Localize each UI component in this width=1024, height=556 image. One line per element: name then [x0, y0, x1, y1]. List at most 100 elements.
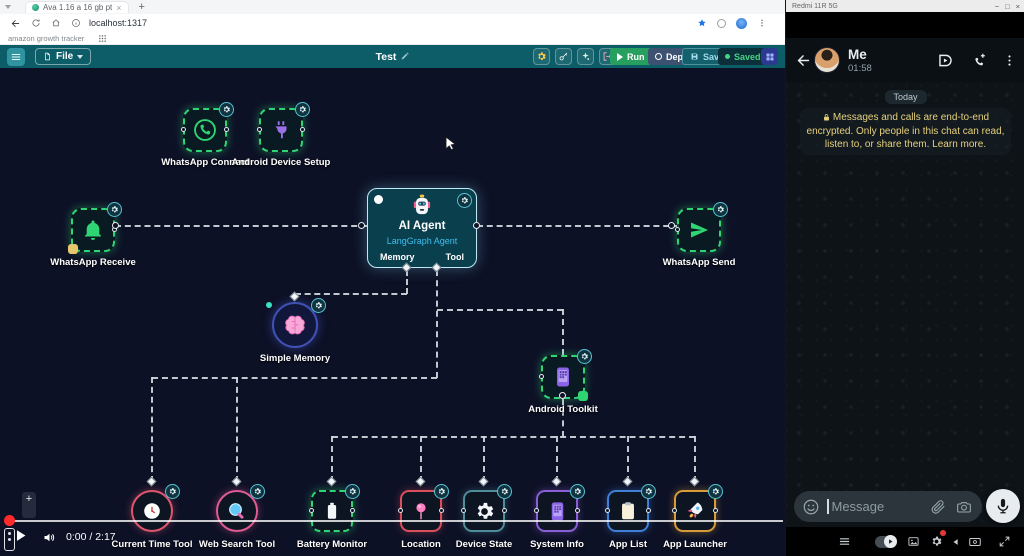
- voice-call-icon[interactable]: [969, 51, 988, 70]
- more-options-icon[interactable]: [1002, 53, 1017, 68]
- browser-navbar: localhost:1317: [0, 14, 785, 32]
- node-settings-icon[interactable]: [457, 193, 472, 208]
- node-simple-memory[interactable]: Simple Memory: [272, 302, 318, 348]
- node-battery-monitor[interactable]: Battery Monitor: [311, 490, 353, 532]
- new-tab-button[interactable]: +: [139, 1, 145, 13]
- workflow-canvas[interactable]: WhatsApp Connect Android Device Setup Wh…: [0, 68, 785, 556]
- card-icon[interactable]: [968, 535, 982, 549]
- chat-header-icons: [936, 51, 1017, 70]
- node-ai-agent[interactable]: AI Agent LangGraph Agent Memory Tool: [367, 188, 477, 268]
- tab-close-icon[interactable]: ×: [116, 4, 121, 12]
- run-button[interactable]: Run: [610, 48, 652, 65]
- phone-window-titlebar[interactable]: Redmi 11R 5G − □ ×: [786, 0, 1024, 12]
- connection-line: [115, 225, 367, 227]
- node-current-time-tool[interactable]: Current Time Tool: [131, 490, 173, 532]
- video-playhead[interactable]: [4, 515, 15, 526]
- settings-button[interactable]: [533, 48, 550, 65]
- fullscreen-icon[interactable]: [998, 535, 1011, 548]
- emoji-icon[interactable]: [802, 498, 820, 516]
- node-whatsapp-connect[interactable]: WhatsApp Connect: [183, 108, 227, 152]
- credentials-button[interactable]: [555, 48, 572, 65]
- connector-port: [358, 222, 365, 229]
- apps-grid-icon[interactable]: [98, 34, 107, 43]
- node-web-search-tool[interactable]: Web Search Tool: [216, 490, 258, 532]
- close-button[interactable]: ×: [1016, 2, 1020, 11]
- contact-info[interactable]: Me 01:58: [848, 47, 872, 74]
- node-label: Web Search Tool: [199, 539, 275, 550]
- node-settings-icon[interactable]: [219, 102, 234, 117]
- volume-icon[interactable]: [42, 530, 57, 545]
- contact-avatar[interactable]: [814, 47, 840, 73]
- chat-message-area[interactable]: Today Messages and calls are end-to-end …: [786, 82, 1024, 527]
- status-dot: [374, 195, 383, 204]
- node-settings-icon[interactable]: [165, 484, 180, 499]
- node-label: Location: [401, 539, 441, 550]
- mirror-toolbar: [786, 527, 1024, 556]
- node-settings-icon[interactable]: [641, 484, 656, 499]
- sparkle-icon: [580, 51, 591, 62]
- camera-icon[interactable]: [956, 499, 972, 515]
- back-arrow-icon[interactable]: [795, 52, 812, 69]
- output-port: [439, 508, 444, 513]
- assistant-button[interactable]: [577, 48, 594, 65]
- node-device-state[interactable]: Device State: [463, 490, 505, 532]
- video-play-button[interactable]: [12, 527, 29, 544]
- address-bar-url[interactable]: localhost:1317: [89, 18, 147, 28]
- node-system-info[interactable]: System Info: [536, 490, 578, 532]
- canvas-zoom-in-button[interactable]: +: [22, 492, 36, 518]
- minimize-button[interactable]: −: [995, 2, 999, 11]
- attachment-icon[interactable]: [930, 499, 946, 515]
- voice-record-button[interactable]: [986, 489, 1020, 523]
- maximize-button[interactable]: □: [1005, 2, 1010, 11]
- output-port: [300, 127, 305, 132]
- node-settings-icon[interactable]: [570, 484, 585, 499]
- video-call-icon[interactable]: [936, 51, 955, 70]
- connection-line: [332, 436, 695, 438]
- back-icon[interactable]: [10, 18, 21, 29]
- node-settings-icon[interactable]: [713, 202, 728, 217]
- node-whatsapp-send[interactable]: WhatsApp Send: [677, 208, 721, 252]
- node-settings-icon[interactable]: [577, 349, 592, 364]
- browser-profile-avatar[interactable]: [736, 18, 747, 29]
- node-settings-icon[interactable]: [708, 484, 723, 499]
- browser-menu-icon[interactable]: [757, 18, 767, 28]
- screen-toggle[interactable]: [875, 536, 897, 548]
- site-info-icon[interactable]: [71, 18, 81, 28]
- tab-title: Ava 1.16 a 16 gb pt: [43, 3, 112, 12]
- extension-icon[interactable]: [717, 19, 726, 28]
- panel-grid-button[interactable]: [761, 48, 778, 65]
- node-location[interactable]: Location: [400, 490, 442, 532]
- node-settings-icon[interactable]: [107, 202, 122, 217]
- video-progress-bar[interactable]: [8, 520, 783, 522]
- tab-search-caret-icon[interactable]: [5, 5, 11, 9]
- file-menu-button[interactable]: File: [35, 48, 91, 65]
- node-settings-icon[interactable]: [250, 484, 265, 499]
- message-input[interactable]: [832, 499, 931, 514]
- node-app-list[interactable]: App List: [607, 490, 649, 532]
- mirror-settings[interactable]: [930, 533, 943, 551]
- home-icon[interactable]: [51, 18, 61, 28]
- send-icon: [687, 218, 711, 242]
- file-menu-label: File: [56, 51, 73, 62]
- screenshot-icon[interactable]: [907, 535, 920, 548]
- browser-tab[interactable]: Ava 1.16 a 16 gb pt ×: [25, 1, 129, 13]
- sidebar-menu-button[interactable]: [7, 48, 25, 66]
- message-input-bar[interactable]: [794, 491, 982, 522]
- node-app-launcher[interactable]: App Launcher: [674, 490, 716, 532]
- back-triangle-icon[interactable]: [951, 537, 961, 547]
- bookmark-star-icon[interactable]: [697, 18, 707, 28]
- node-settings-icon[interactable]: [311, 298, 326, 313]
- connector-port: [668, 222, 675, 229]
- encryption-notice[interactable]: Messages and calls are end-to-end encryp…: [800, 108, 1011, 155]
- node-settings-icon[interactable]: [434, 484, 449, 499]
- node-settings-icon[interactable]: [497, 484, 512, 499]
- bookmark-item[interactable]: amazon growth tracker: [8, 34, 84, 43]
- input-port: [461, 508, 466, 513]
- node-settings-icon[interactable]: [295, 102, 310, 117]
- node-android-device-setup[interactable]: Android Device Setup: [259, 108, 303, 152]
- recent-apps-icon[interactable]: [838, 535, 851, 548]
- node-whatsapp-receive[interactable]: WhatsApp Receive: [71, 208, 115, 252]
- node-settings-icon[interactable]: [345, 484, 360, 499]
- refresh-icon[interactable]: [31, 18, 41, 28]
- rename-pencil-icon[interactable]: [400, 52, 409, 61]
